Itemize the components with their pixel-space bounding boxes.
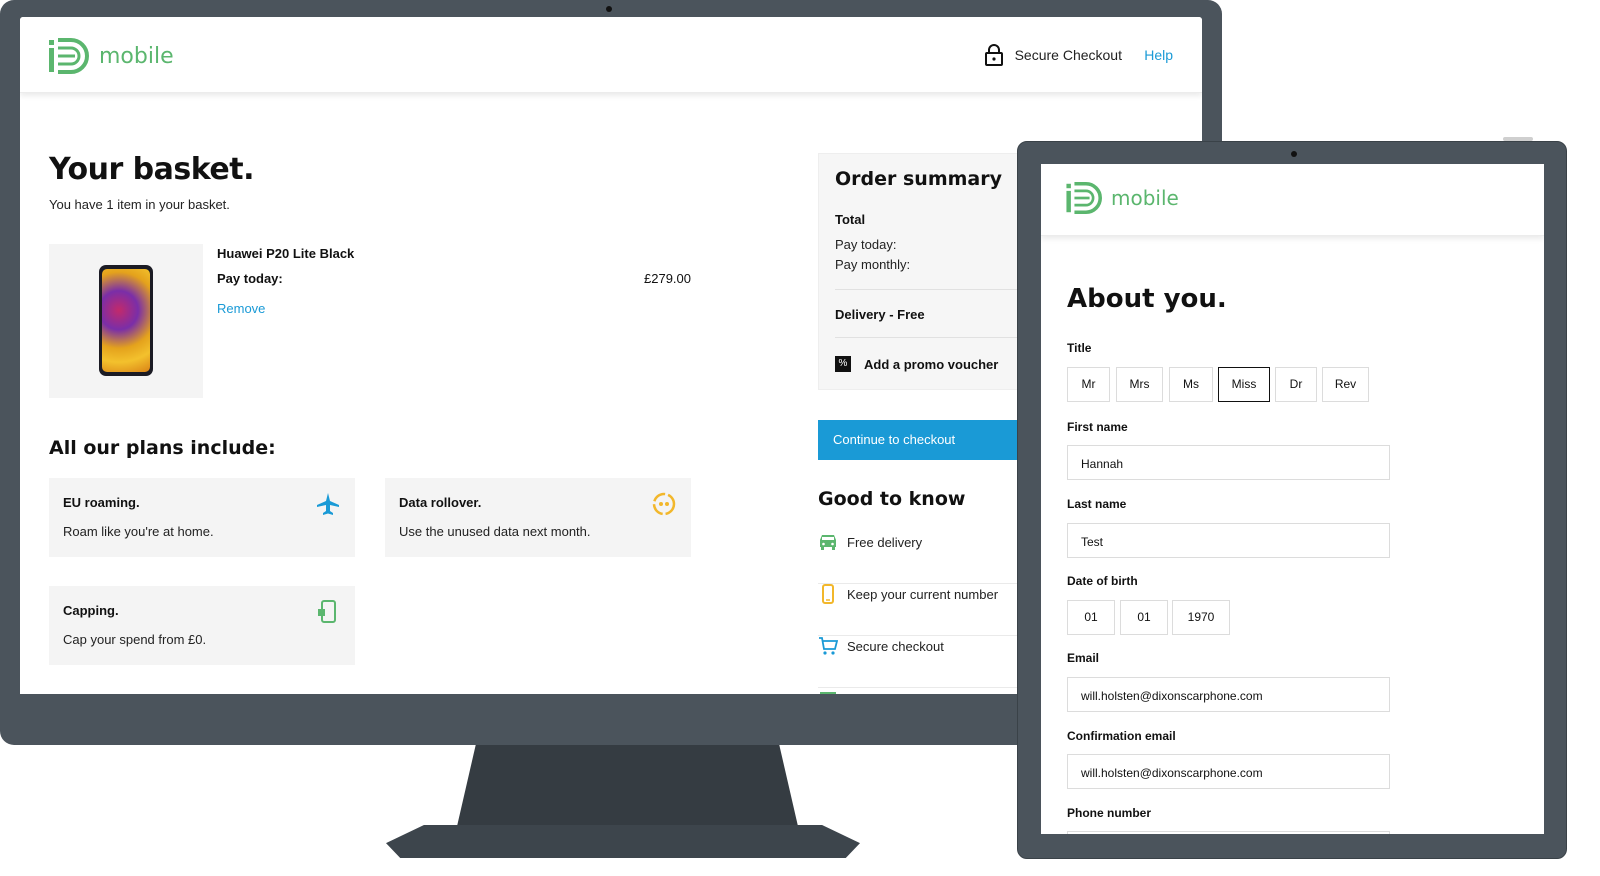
title-option-mr[interactable]: Mr — [1067, 367, 1110, 402]
good-to-know-label: Secure checkout — [847, 639, 944, 654]
rollover-icon — [652, 492, 676, 516]
secure-checkout-label: Secure Checkout — [1014, 47, 1122, 63]
good-to-know-title: Good to know — [818, 488, 966, 510]
phone-number-label: Phone number — [1067, 806, 1152, 820]
id-logo-icon — [49, 38, 89, 74]
tablet-header: mobile — [1041, 164, 1544, 236]
summary-pay-monthly: Pay monthly: — [835, 257, 911, 272]
plan-card-capping: Capping. Cap your spend from £0. — [49, 586, 355, 665]
title-option-dr[interactable]: Dr — [1275, 367, 1317, 402]
tablet-camera — [1291, 151, 1297, 157]
bag-icon — [820, 692, 836, 694]
plan-card-desc: Roam like you're at home. — [63, 524, 214, 539]
plan-card-data-rollover: Data rollover. Use the unused data next … — [385, 478, 691, 557]
good-to-know-label: Keep your current number — [847, 587, 999, 602]
monitor-stand-base — [386, 825, 860, 858]
product-image — [49, 244, 203, 398]
title-option-ms[interactable]: Ms — [1169, 367, 1213, 402]
good-to-know-label: Free delivery — [847, 535, 923, 550]
dob-label: Date of birth — [1067, 574, 1138, 588]
plan-card-title: EU roaming. — [63, 495, 140, 510]
id-logo-icon — [1066, 182, 1102, 214]
mobile-icon — [822, 584, 834, 604]
plan-card-title: Data rollover. — [399, 495, 482, 510]
brand-wordmark: mobile — [99, 43, 174, 69]
last-name-input[interactable]: Test — [1067, 523, 1390, 558]
order-summary-title: Order summary — [835, 168, 1003, 190]
phone-illustration — [99, 265, 153, 376]
email-label: Email — [1067, 651, 1100, 665]
summary-pay-today: Pay today: — [835, 237, 897, 252]
brand-wordmark: mobile — [1111, 186, 1179, 210]
first-name-input[interactable]: Hannah — [1067, 445, 1390, 480]
desktop-header: mobile Secure Checkout Help — [20, 17, 1202, 93]
summary-delivery: Delivery - Free — [835, 307, 925, 322]
good-to-know-item: Free delivery — [818, 532, 1048, 584]
form-title: About you. — [1067, 284, 1227, 314]
plan-card-title: Capping. — [63, 603, 119, 618]
tablet-device: mobile About you. Title Mr Mrs Ms Miss D… — [1017, 141, 1567, 859]
padlock-icon — [984, 44, 1003, 66]
page-title: Your basket. — [49, 152, 254, 187]
plan-card-desc: Use the unused data next month. — [399, 524, 591, 539]
first-name-label: First name — [1067, 420, 1128, 434]
continue-to-checkout-button[interactable]: Continue to checkout — [818, 420, 1048, 460]
title-option-miss[interactable]: Miss — [1218, 367, 1270, 402]
good-to-know-item: Keep your current number — [818, 584, 1048, 636]
brand-logo[interactable]: mobile — [1066, 182, 1179, 214]
plan-card-desc: Cap your spend from £0. — [63, 632, 207, 647]
plan-card-eu-roaming: EU roaming. Roam like you're at home. — [49, 478, 355, 557]
product-pay-today-label: Pay today: — [217, 271, 283, 286]
plans-title: All our plans include: — [49, 437, 276, 459]
last-name-label: Last name — [1067, 497, 1127, 511]
tablet-screen: mobile About you. Title Mr Mrs Ms Miss D… — [1041, 164, 1544, 834]
product-price: £279.00 — [644, 271, 691, 286]
confirm-email-input[interactable]: will.holsten@dixonscarphone.com — [1067, 754, 1390, 789]
brand-logo[interactable]: mobile — [49, 38, 174, 74]
product-name: Huawei P20 Lite Black — [217, 246, 355, 261]
dob-year-input[interactable]: 1970 — [1172, 600, 1230, 635]
percent-icon: % — [835, 356, 851, 372]
good-to-know-item: Secure checkout — [818, 636, 1048, 688]
secure-checkout: Secure Checkout — [984, 44, 1122, 66]
dob-day-input[interactable]: 01 — [1067, 600, 1115, 635]
title-option-mrs[interactable]: Mrs — [1116, 367, 1163, 402]
title-option-rev[interactable]: Rev — [1322, 367, 1369, 402]
summary-total-label: Total — [835, 212, 866, 227]
email-input[interactable]: will.holsten@dixonscarphone.com — [1067, 677, 1390, 712]
basket-count: You have 1 item in your basket. — [49, 197, 230, 212]
good-to-know-item-partial — [818, 688, 1048, 694]
remove-item-link[interactable]: Remove — [217, 301, 265, 316]
help-link[interactable]: Help — [1144, 47, 1173, 63]
title-label: Title — [1067, 341, 1092, 355]
van-icon — [820, 535, 836, 550]
monitor-camera — [606, 6, 612, 12]
phone-number-input[interactable] — [1067, 831, 1390, 834]
phone-cap-icon — [318, 600, 336, 623]
cart-icon — [819, 637, 838, 655]
add-promo-voucher-link[interactable]: Add a promo voucher — [864, 357, 998, 372]
confirm-email-label: Confirmation email — [1067, 729, 1176, 743]
monitor-stand-neck — [455, 745, 800, 835]
plane-icon — [317, 493, 339, 515]
dob-month-input[interactable]: 01 — [1120, 600, 1168, 635]
